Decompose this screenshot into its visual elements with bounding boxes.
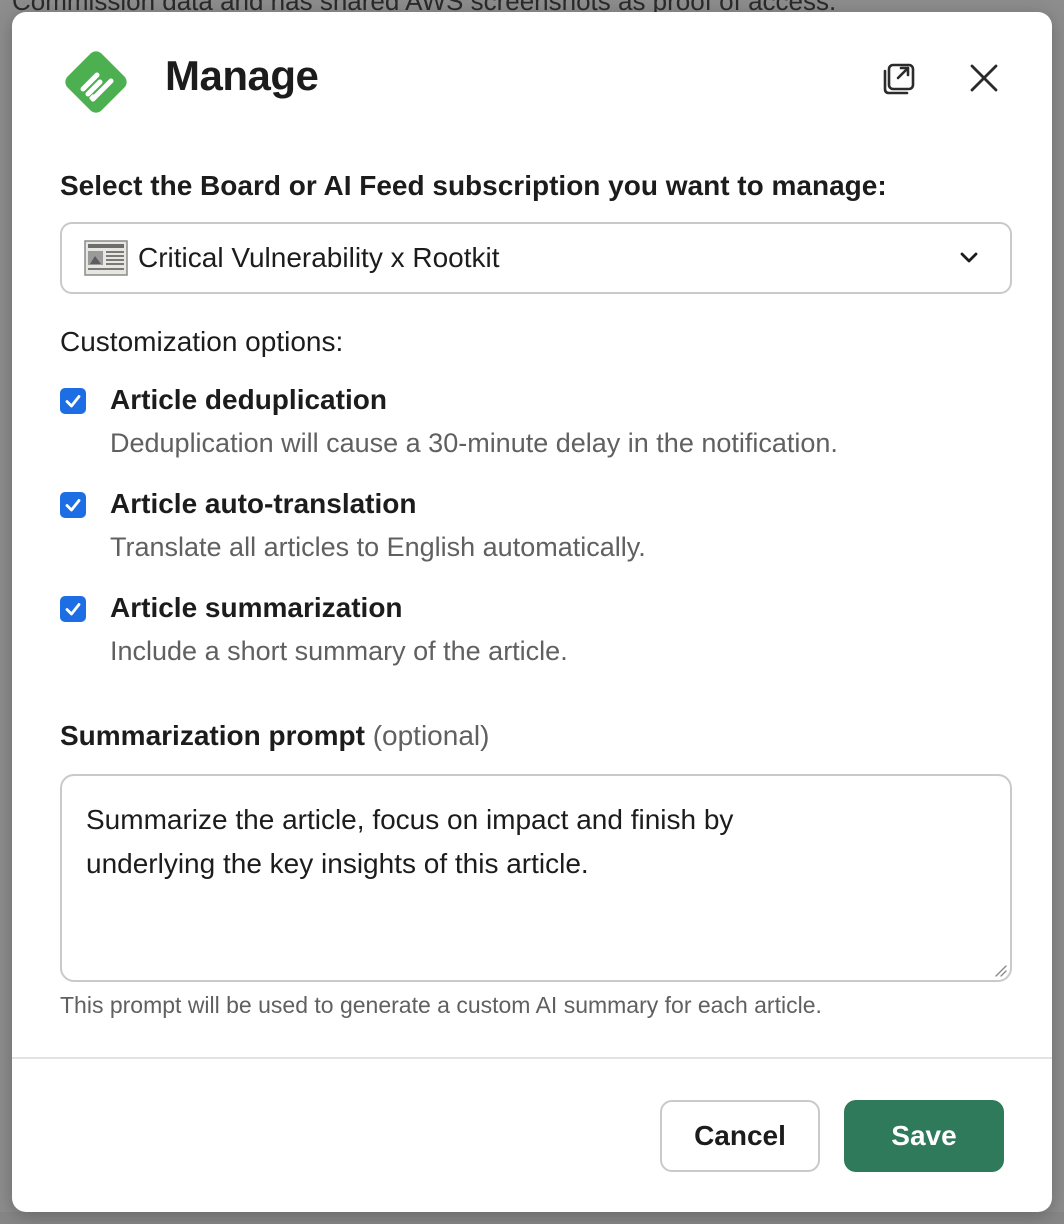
option-description: Include a short summary of the article. <box>110 636 568 666</box>
checkmark-icon <box>65 395 81 408</box>
modal-title: Manage <box>165 52 319 99</box>
option-description: Translate all articles to English automa… <box>110 532 646 562</box>
checkmark-icon <box>65 603 81 616</box>
cancel-button[interactable]: Cancel <box>660 1100 820 1172</box>
resize-grip-icon[interactable] <box>992 962 1008 978</box>
prompt-value-text: Summarize the article, focus on impact a… <box>86 804 734 879</box>
chevron-down-icon <box>960 252 978 263</box>
checkmark-icon <box>65 499 81 512</box>
subscription-select[interactable]: Critical Vulnerability x Rootkit <box>60 222 1012 294</box>
option-title: Article deduplication <box>110 384 387 415</box>
option-title: Article summarization <box>110 592 403 623</box>
feedly-logo-icon <box>65 51 127 113</box>
popout-button[interactable] <box>878 56 922 100</box>
option-title: Article auto-translation <box>110 488 417 519</box>
close-icon <box>970 64 998 92</box>
close-button[interactable] <box>962 56 1006 100</box>
popout-window-icon <box>883 63 915 95</box>
footer-divider <box>12 1057 1052 1059</box>
summarization-prompt-textarea[interactable]: Summarize the article, focus on impact a… <box>60 774 1012 982</box>
prompt-label-text: Summarization prompt <box>60 720 365 751</box>
prompt-hint-text: This prompt will be used to generate a c… <box>60 992 822 1018</box>
summarization-prompt-label: Summarization prompt (optional) <box>60 720 489 752</box>
auto-translation-checkbox[interactable] <box>60 492 86 518</box>
summarization-checkbox[interactable] <box>60 596 86 622</box>
subscription-select-label: Select the Board or AI Feed subscription… <box>60 170 887 201</box>
deduplication-checkbox[interactable] <box>60 388 86 414</box>
customization-options-label: Customization options: <box>60 326 344 357</box>
save-button[interactable]: Save <box>844 1100 1004 1172</box>
background-toolbar <box>0 1212 1064 1224</box>
subscription-select-value: Critical Vulnerability x Rootkit <box>138 242 500 273</box>
prompt-optional-text: (optional) <box>372 720 490 751</box>
newspaper-icon <box>84 240 128 276</box>
manage-modal: Manage Select the Board or AI Feed subsc… <box>12 12 1052 1212</box>
option-description: Deduplication will cause a 30-minute del… <box>110 428 838 458</box>
modal-header: Manage <box>12 12 1052 152</box>
